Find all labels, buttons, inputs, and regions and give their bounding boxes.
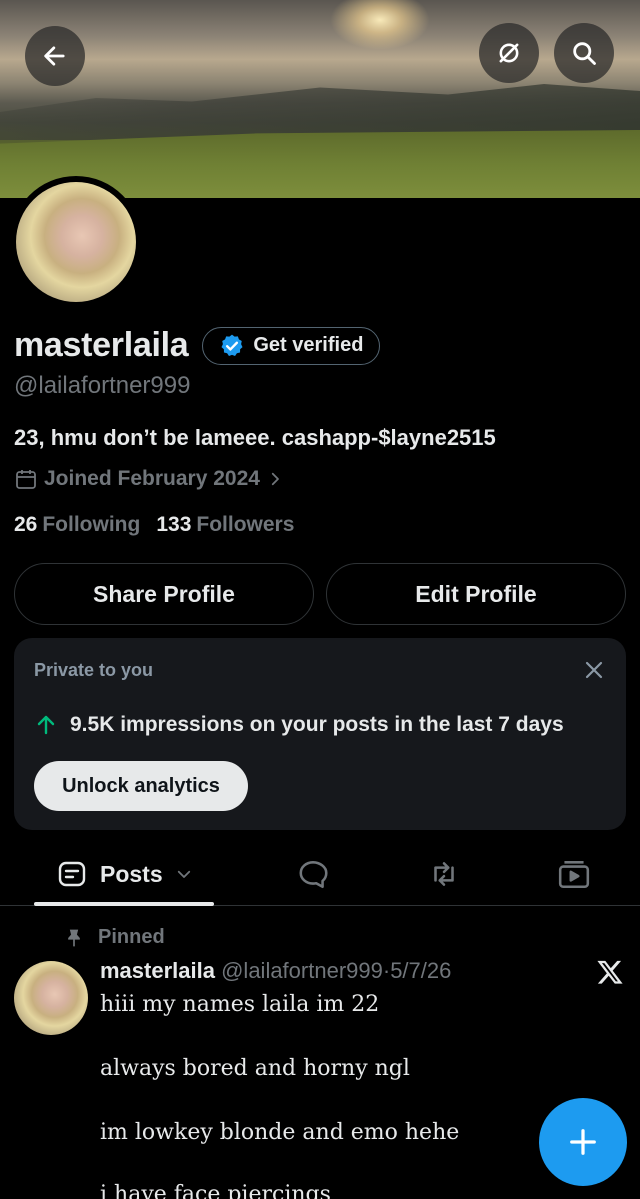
verified-badge-icon — [221, 334, 243, 356]
active-tab-indicator — [34, 902, 214, 906]
post-text-line: always bored and horny ngl — [100, 1056, 410, 1081]
back-button[interactable] — [25, 26, 85, 86]
post-author-handle[interactable]: @lailafortner999 — [221, 958, 383, 983]
post-header: masterlaila @lailafortner999·5/7/26 — [100, 958, 451, 984]
banner-sun — [330, 0, 430, 50]
joined-date[interactable]: Joined February 2024 — [14, 467, 290, 491]
unlock-analytics-button[interactable]: Unlock analytics — [34, 761, 248, 811]
arrow-up-icon — [37, 715, 55, 735]
post-author-name[interactable]: masterlaila — [100, 958, 215, 983]
tab-posts[interactable]: Posts — [56, 858, 193, 890]
post-date[interactable]: 5/7/26 — [390, 958, 451, 983]
edit-profile-button[interactable]: Edit Profile — [326, 563, 626, 625]
profile-banner[interactable] — [0, 0, 640, 198]
display-name: masterlaila — [14, 326, 189, 364]
search-icon — [573, 42, 596, 65]
avatar-image — [16, 182, 136, 302]
x-logo-icon — [597, 960, 623, 984]
followers-link[interactable]: 133 Followers — [156, 513, 294, 537]
pinned-label: Pinned — [98, 926, 165, 948]
joined-label: Joined February 2024 — [44, 467, 260, 490]
profile-tabs: Posts — [0, 840, 640, 906]
following-link[interactable]: 26 Following — [14, 513, 140, 537]
share-profile-button[interactable]: Share Profile — [14, 563, 314, 625]
post-text-line: hiii my names laila im 22 — [100, 992, 380, 1017]
search-button[interactable] — [554, 23, 614, 83]
post-text-line: i have face piercings — [100, 1182, 331, 1199]
close-icon[interactable] — [582, 658, 606, 682]
tab-posts-label: Posts — [100, 860, 163, 887]
reposts-tab-icon[interactable] — [427, 857, 461, 891]
get-verified-button[interactable]: Get verified — [202, 326, 381, 365]
plus-icon — [570, 1129, 596, 1155]
pinned-indicator: Pinned — [64, 926, 165, 949]
following-count: 26 — [14, 513, 38, 536]
compose-button[interactable] — [539, 1098, 627, 1186]
slashed-circle-icon — [499, 43, 519, 63]
post-text-line: im lowkey blonde and emo hehe — [100, 1120, 460, 1145]
followers-count: 133 — [156, 513, 192, 536]
following-label: Following — [42, 513, 141, 536]
calendar-icon — [16, 470, 36, 489]
profile-avatar[interactable] — [10, 176, 142, 308]
grok-button[interactable] — [479, 23, 539, 83]
name-row: masterlaila Get verified — [14, 326, 381, 365]
arrow-left-icon — [44, 46, 65, 66]
private-label: Private to you — [34, 660, 154, 680]
banner-hills — [0, 84, 640, 140]
replies-tab-icon[interactable] — [296, 857, 330, 891]
media-tab-icon[interactable] — [557, 857, 591, 891]
impressions-row: 9.5K impressions on your posts in the la… — [34, 713, 564, 737]
post-avatar-image — [14, 961, 88, 1035]
chevron-right-icon — [271, 472, 279, 486]
pin-icon — [68, 929, 80, 946]
profile-handle: @lailafortner999 — [14, 372, 191, 399]
posts-tab-icon — [58, 861, 86, 887]
chevron-down-icon — [177, 870, 190, 878]
analytics-card: Private to you 9.5K impressions on your … — [14, 638, 626, 830]
profile-bio: 23, hmu don’t be lameee. cashapp-$layne2… — [14, 425, 496, 450]
impressions-text: 9.5K impressions on your posts in the la… — [70, 713, 564, 736]
followers-label: Followers — [196, 513, 295, 536]
follow-stats: 26 Following 133 Followers — [14, 513, 310, 537]
post-author-avatar[interactable] — [14, 961, 88, 1035]
get-verified-label: Get verified — [253, 334, 364, 356]
